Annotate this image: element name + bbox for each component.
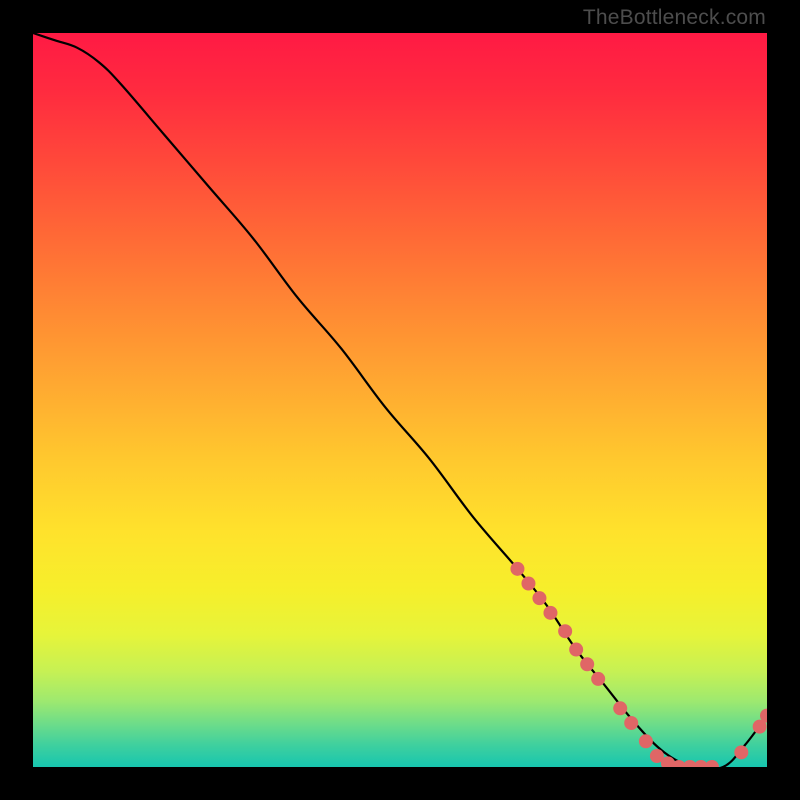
curve-layer xyxy=(33,33,767,767)
chart-stage: TheBottleneck.com xyxy=(0,0,800,800)
data-marker xyxy=(521,577,535,591)
watermark-label: TheBottleneck.com xyxy=(583,6,766,30)
chart-svg xyxy=(33,33,767,767)
data-marker xyxy=(734,745,748,759)
data-marker xyxy=(591,672,605,686)
data-marker xyxy=(580,657,594,671)
data-marker xyxy=(613,701,627,715)
data-marker xyxy=(569,643,583,657)
data-marker xyxy=(543,606,557,620)
data-marker xyxy=(558,624,572,638)
data-marker xyxy=(532,591,546,605)
data-marker xyxy=(510,562,524,576)
data-marker xyxy=(705,760,719,767)
marker-layer xyxy=(510,562,767,767)
data-marker xyxy=(624,716,638,730)
data-marker xyxy=(639,734,653,748)
plot-area xyxy=(33,33,767,767)
bottleneck-curve xyxy=(33,33,767,767)
